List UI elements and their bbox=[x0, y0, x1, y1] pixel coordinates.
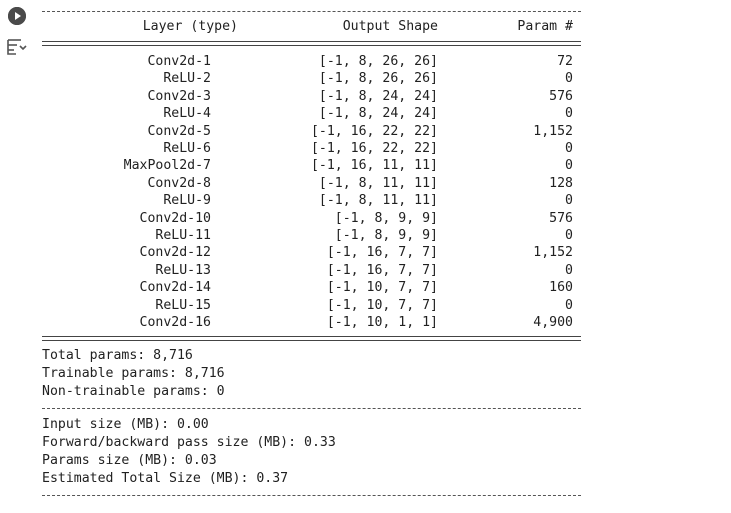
layer-name: Conv2d-1 bbox=[147, 54, 211, 69]
layer-name: ReLU-11 bbox=[155, 228, 211, 243]
param-count: 0 bbox=[565, 71, 573, 87]
layer-name: Conv2d-14 bbox=[139, 280, 211, 296]
play-circle-icon bbox=[8, 7, 26, 25]
param-count: 0 bbox=[565, 228, 573, 243]
table-header: Layer (type) Output Shape Param # bbox=[42, 18, 573, 36]
param-count: 0 bbox=[565, 158, 573, 174]
dashed-separator bbox=[42, 408, 581, 409]
dashed-separator bbox=[42, 495, 581, 496]
layer-name: ReLU-6 bbox=[163, 141, 211, 156]
param-count: 4,900 bbox=[533, 315, 573, 330]
output-shape: [-1, 8, 11, 11] bbox=[318, 175, 438, 191]
non-trainable-params: Non-trainable params: 0 bbox=[42, 384, 225, 399]
params-size: Params size (MB): 0.03 bbox=[42, 453, 217, 468]
layer-name: ReLU-4 bbox=[163, 106, 211, 122]
output-shape: [-1, 8, 24, 24] bbox=[318, 106, 438, 122]
trainable-params: Trainable params: 8,716 bbox=[42, 366, 225, 381]
forward-backward-size: Forward/backward pass size (MB): 0.33 bbox=[42, 435, 336, 450]
double-separator bbox=[42, 41, 581, 46]
output-shape: [-1, 10, 7, 7] bbox=[326, 297, 438, 313]
input-size: Input size (MB): 0.00 bbox=[42, 417, 209, 432]
output-shape: [-1, 8, 9, 9] bbox=[334, 210, 438, 226]
header-param-count: Param # bbox=[517, 19, 573, 34]
dashed-separator bbox=[42, 11, 581, 12]
output-shape: [-1, 8, 24, 24] bbox=[318, 88, 438, 104]
output-shape: [-1, 8, 9, 9] bbox=[334, 228, 438, 243]
output-shape: [-1, 8, 11, 11] bbox=[318, 193, 438, 209]
header-output-shape: Output Shape bbox=[342, 19, 438, 34]
layer-name: Conv2d-12 bbox=[139, 245, 211, 261]
param-count: 0 bbox=[565, 106, 573, 122]
layer-name: Conv2d-8 bbox=[147, 175, 211, 191]
param-count: 0 bbox=[565, 297, 573, 313]
param-count: 0 bbox=[565, 193, 573, 209]
param-count: 128 bbox=[549, 175, 573, 191]
output-shape: [-1, 10, 7, 7] bbox=[326, 280, 438, 296]
double-separator bbox=[42, 336, 581, 341]
layer-name: ReLU-2 bbox=[163, 71, 211, 87]
output-shape: [-1, 16, 22, 22] bbox=[310, 141, 438, 156]
layer-name: Conv2d-10 bbox=[139, 210, 211, 226]
output-shape: [-1, 16, 7, 7] bbox=[326, 262, 438, 278]
param-count: 576 bbox=[549, 88, 573, 104]
run-cell-button[interactable] bbox=[8, 7, 26, 25]
output-shape: [-1, 8, 26, 26] bbox=[318, 54, 438, 69]
output-menu-icon bbox=[7, 39, 27, 55]
param-count: 160 bbox=[549, 280, 573, 296]
param-count: 1,152 bbox=[533, 123, 573, 139]
layer-name: Conv2d-3 bbox=[147, 88, 211, 104]
output-menu-button[interactable] bbox=[6, 37, 28, 57]
layer-name: ReLU-15 bbox=[155, 297, 211, 313]
layer-name: MaxPool2d-7 bbox=[123, 158, 211, 174]
output-shape: [-1, 8, 26, 26] bbox=[318, 71, 438, 87]
output-shape: [-1, 10, 1, 1] bbox=[326, 315, 438, 330]
param-count: 1,152 bbox=[533, 245, 573, 261]
layer-name: ReLU-13 bbox=[155, 262, 211, 278]
layer-name: ReLU-9 bbox=[163, 193, 211, 209]
total-params: Total params: 8,716 bbox=[42, 348, 193, 363]
param-count: 576 bbox=[549, 210, 573, 226]
param-count: 0 bbox=[565, 262, 573, 278]
layer-name: Conv2d-16 bbox=[139, 315, 211, 330]
output-shape: [-1, 16, 22, 22] bbox=[310, 123, 438, 139]
output-shape: [-1, 16, 11, 11] bbox=[310, 158, 438, 174]
header-layer-type: Layer (type) bbox=[142, 19, 238, 34]
param-count: 0 bbox=[565, 141, 573, 156]
estimated-total-size: Estimated Total Size (MB): 0.37 bbox=[42, 471, 289, 486]
cell-gutter bbox=[0, 0, 36, 513]
layer-name: Conv2d-5 bbox=[147, 123, 211, 139]
param-count: 72 bbox=[557, 54, 573, 69]
output-shape: [-1, 16, 7, 7] bbox=[326, 245, 438, 261]
